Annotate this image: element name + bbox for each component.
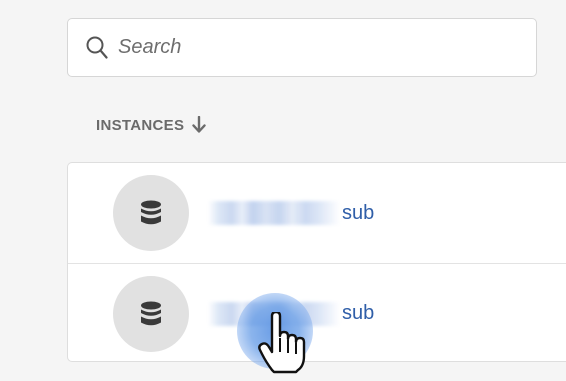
database-icon — [141, 301, 161, 325]
list-item[interactable]: sub — [68, 163, 566, 263]
instance-name-link[interactable]: sub — [208, 301, 374, 326]
arrow-down-icon[interactable] — [192, 116, 206, 134]
instance-avatar — [113, 175, 189, 251]
instance-name-suffix[interactable]: sub — [342, 302, 374, 325]
search-input[interactable] — [118, 36, 498, 59]
instance-avatar — [113, 275, 189, 352]
redacted-name — [208, 201, 340, 225]
instances-header-label: INSTANCES — [96, 116, 185, 134]
search-box[interactable] — [67, 18, 537, 77]
list-item[interactable]: sub — [68, 263, 566, 363]
instances-column-header[interactable]: INSTANCES — [96, 116, 206, 134]
instances-page: INSTANCES sub — [0, 0, 566, 381]
database-icon — [141, 200, 161, 225]
instance-name-suffix[interactable]: sub — [342, 202, 374, 225]
search-icon — [86, 36, 108, 59]
instances-list: sub sub — [67, 162, 566, 362]
redacted-name — [208, 301, 340, 326]
instance-name-link[interactable]: sub — [208, 201, 374, 225]
